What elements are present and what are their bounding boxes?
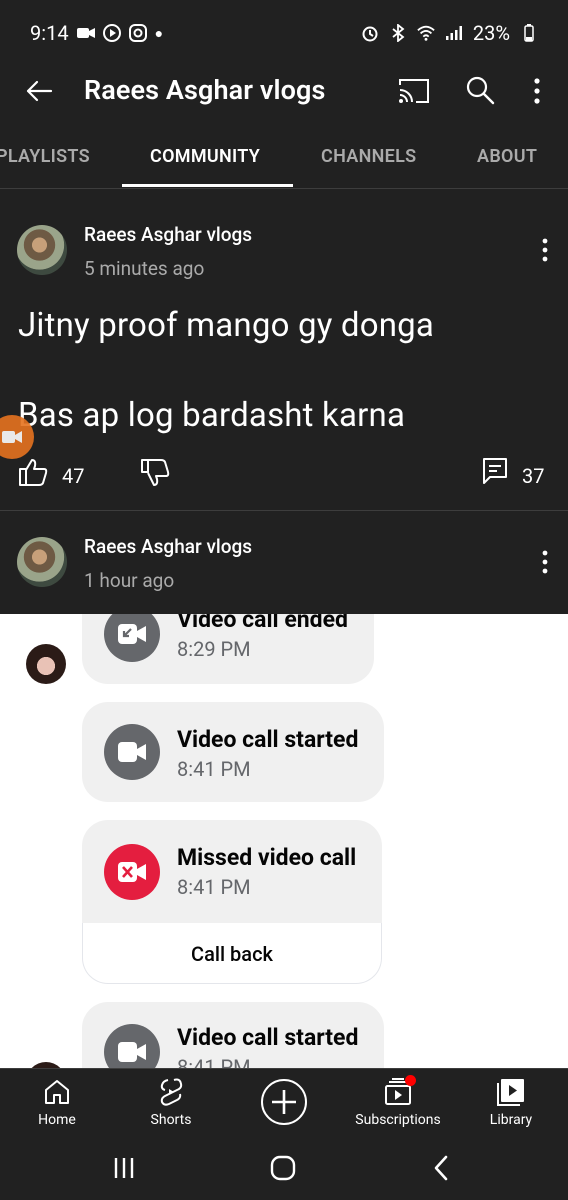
comment-icon[interactable] [482, 457, 508, 485]
nav-shorts[interactable]: Shorts [116, 1077, 226, 1128]
call-time: 8:41 PM [177, 1055, 251, 1068]
wifi-icon [417, 24, 435, 42]
avatar[interactable] [17, 225, 67, 275]
channel-tabs: PLAYLISTS COMMUNITY CHANNELS ABOUT [0, 128, 568, 189]
app-bar: Raees Asghar vlogs [0, 66, 568, 116]
call-title: Video call ended [177, 614, 348, 633]
home-button-icon[interactable] [270, 1155, 296, 1181]
battery-icon [520, 24, 538, 42]
tab-community[interactable]: COMMUNITY [150, 146, 260, 167]
call-bubble: Missed video call 8:41 PM [82, 820, 382, 924]
call-time: 8:29 PM [177, 637, 251, 661]
video-camera-icon [104, 1024, 160, 1068]
call-bubble: Video call started 8:41 PM [82, 1002, 384, 1068]
like-icon[interactable] [18, 457, 48, 487]
battery-percent: 23% [472, 21, 510, 45]
call-back-button[interactable]: Call back [82, 923, 382, 984]
call-time: 8:41 PM [177, 757, 251, 781]
create-plus-button[interactable] [261, 1079, 307, 1125]
new-content-badge [405, 1075, 416, 1086]
call-back-label: Call back [191, 942, 273, 966]
call-title: Video call started [177, 726, 359, 753]
home-icon [45, 1080, 69, 1104]
active-tab-indicator [122, 184, 293, 187]
status-time: 9:14 [30, 21, 69, 45]
dislike-icon[interactable] [140, 458, 170, 488]
tab-about[interactable]: ABOUT [477, 146, 537, 167]
search-icon[interactable] [464, 74, 496, 106]
back-button-icon[interactable] [432, 1155, 450, 1181]
call-time: 8:41 PM [177, 875, 251, 899]
system-navigation-bar [0, 1140, 568, 1200]
post-more-icon[interactable] [540, 549, 550, 575]
avatar[interactable] [17, 537, 67, 587]
create-plus-icon [272, 1090, 296, 1114]
signal-icon [445, 24, 463, 42]
nav-home[interactable]: Home [2, 1077, 112, 1128]
nav-library[interactable]: Library [456, 1077, 566, 1128]
bottom-navigation: Home Shorts Subscriptions Library [0, 1068, 568, 1140]
call-title: Video call started [177, 1024, 359, 1051]
post-divider [0, 510, 568, 511]
library-icon [497, 1079, 524, 1106]
cast-icon[interactable] [398, 76, 430, 106]
nav-label: Home [38, 1112, 76, 1128]
call-bubble: Video call ended 8:29 PM [82, 614, 374, 684]
video-camera-icon [104, 724, 160, 780]
post-author[interactable]: Raees Asghar vlogs [84, 535, 252, 558]
video-call-ended-icon [104, 614, 160, 662]
post-text-line: Jitny proof mango gy donga [18, 306, 435, 345]
nav-label: Library [489, 1112, 533, 1128]
post-more-icon[interactable] [540, 237, 550, 263]
post-text-line: Bas ap log bardasht karna [18, 396, 406, 435]
shorts-icon [160, 1078, 183, 1106]
missed-video-call-icon [104, 844, 160, 900]
alarm-icon [361, 24, 379, 42]
bluetooth-icon [389, 24, 407, 42]
tab-channels[interactable]: CHANNELS [321, 146, 416, 167]
recent-apps-icon[interactable] [112, 1156, 136, 1180]
tab-playlists[interactable]: PLAYLISTS [0, 146, 90, 167]
post-time: 1 hour ago [84, 569, 175, 592]
post-time: 5 minutes ago [84, 257, 205, 280]
more-vertical-icon[interactable] [530, 76, 544, 106]
post-author[interactable]: Raees Asghar vlogs [84, 223, 252, 246]
call-title: Missed video call [177, 844, 357, 871]
notification-dot-icon: ● [154, 25, 164, 42]
nav-subscriptions[interactable]: Subscriptions [343, 1077, 453, 1128]
channel-title: Raees Asghar vlogs [84, 74, 326, 106]
post-image-messenger-screenshot: Video call ended 8:29 PM Video call star… [0, 614, 568, 1068]
status-bar: 9:14 ● 23% [0, 0, 568, 66]
like-count: 47 [62, 464, 85, 488]
comment-count: 37 [522, 464, 545, 488]
call-bubble: Video call started 8:41 PM [82, 702, 384, 802]
video-record-icon [76, 24, 95, 42]
nav-label: Subscriptions [355, 1112, 441, 1128]
instagram-icon [128, 24, 147, 42]
back-arrow-icon[interactable] [24, 76, 54, 106]
media-icon [102, 24, 121, 42]
nav-label: Shorts [150, 1112, 192, 1128]
contact-avatar [26, 644, 66, 684]
